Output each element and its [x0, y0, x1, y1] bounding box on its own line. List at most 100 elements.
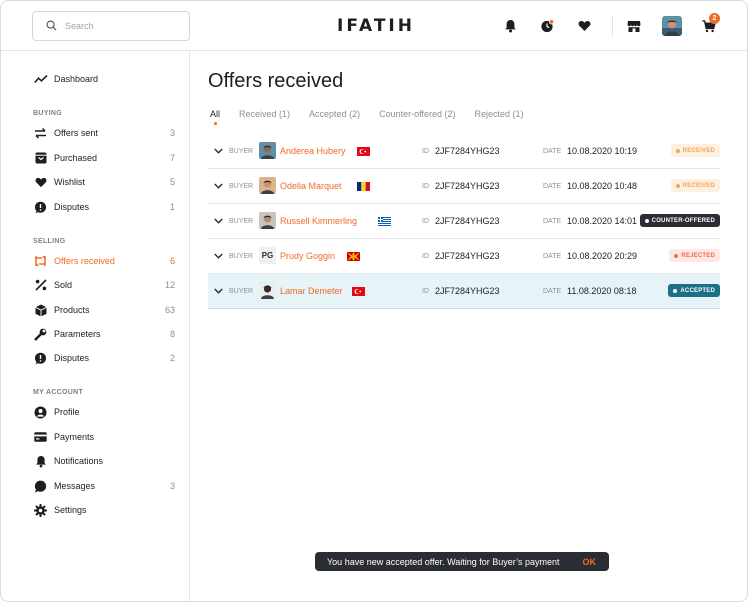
cart-count-badge: 2	[709, 13, 720, 24]
buyer-name-link[interactable]: Russell Kimmerling	[280, 204, 357, 238]
buyer-name-link[interactable]: Lamar Demeter	[280, 274, 343, 308]
sidebar-item-offers-received[interactable]: Offers received 6	[33, 252, 175, 270]
buyer-label: BUYER	[229, 287, 254, 295]
sidebar-item-selling-disputes[interactable]: Disputes 2	[33, 349, 175, 367]
store-icon[interactable]	[625, 17, 643, 35]
date-label: DATE	[543, 217, 562, 225]
sidebar-item-label: Wishlist	[54, 177, 85, 187]
buyer-label: BUYER	[229, 217, 254, 225]
sidebar-item-profile[interactable]: Profile	[33, 403, 175, 421]
table-row[interactable]: BUYER Anderea Hubery ID 2JF7284YHG23 DAT…	[208, 134, 720, 169]
tab-counter-offered[interactable]: Counter-offered (2)	[379, 109, 455, 125]
swap-icon	[33, 254, 48, 269]
table-row[interactable]: BUYER Lamar Demeter ID 2JF7284YHG23 DATE…	[208, 274, 720, 309]
id-label: ID	[422, 287, 429, 295]
sidebar-item-count: 12	[164, 280, 175, 290]
date-label: DATE	[543, 182, 562, 190]
avatar	[259, 212, 276, 229]
sidebar-item-count: 1	[169, 202, 175, 212]
sidebar-item-parameters[interactable]: Parameters 8	[33, 325, 175, 343]
filter-tabs: All Received (1) Accepted (2) Counter-of…	[210, 109, 542, 125]
section-buying-title: BUYING	[33, 110, 63, 117]
table-row[interactable]: BUYER Russell Kimmerling ID 2JF7284YHG23…	[208, 204, 720, 239]
card-icon	[33, 430, 48, 445]
sidebar-item-wishlist[interactable]: Wishlist 5	[33, 173, 175, 191]
status-dot-icon	[675, 148, 680, 153]
clock-icon[interactable]	[538, 17, 556, 35]
sidebar-item-products[interactable]: Products 63	[33, 301, 175, 319]
chevron-down-icon[interactable]	[212, 169, 224, 203]
sidebar-item-payments[interactable]: Payments	[33, 428, 175, 446]
table-row[interactable]: BUYER Odelia Marquet ID 2JF7284YHG23 DAT…	[208, 169, 720, 204]
header-divider	[612, 16, 613, 36]
flag-icon	[357, 147, 371, 156]
buyer-name-link[interactable]: Prudy Goggin	[280, 239, 335, 273]
sidebar-item-label: Disputes	[54, 353, 90, 363]
offer-date: 11.08.2020 08:18	[567, 286, 637, 296]
avatar	[259, 177, 276, 194]
status-dot-icon	[675, 183, 680, 188]
sidebar-item-label: Offers received	[54, 256, 115, 266]
status-dot-icon	[673, 288, 678, 293]
status-text: ACCEPTED	[680, 287, 715, 294]
avatar[interactable]	[662, 16, 682, 36]
sidebar-item-settings[interactable]: Settings	[33, 501, 175, 519]
status-badge: RECEIVED	[670, 179, 720, 192]
sidebar-item-messages[interactable]: Messages 3	[33, 477, 175, 495]
sidebar-item-count: 2	[169, 353, 175, 363]
sidebar-item-count: 3	[169, 128, 175, 138]
offer-id: 2JF7284YHG23	[435, 216, 500, 226]
date-label: DATE	[543, 252, 562, 260]
id-label: ID	[422, 182, 429, 190]
sidebar-item-label: Profile	[54, 407, 80, 417]
chevron-down-icon[interactable]	[212, 134, 224, 168]
offer-id: 2JF7284YHG23	[435, 146, 500, 156]
status-dot-icon	[644, 218, 649, 223]
toast-ok-button[interactable]: OK	[583, 557, 597, 567]
avatar: PG	[259, 247, 276, 264]
status-text: COUNTER-OFFERED	[651, 217, 715, 224]
sidebar-item-notifications[interactable]: Notifications	[33, 452, 175, 470]
offer-id: 2JF7284YHG23	[435, 181, 500, 191]
sidebar-item-dashboard[interactable]: Dashboard	[33, 70, 175, 88]
wrench-icon	[33, 327, 48, 342]
buyer-name-link[interactable]: Anderea Hubery	[280, 134, 346, 168]
search-box[interactable]	[32, 11, 190, 41]
sidebar-item-label: Purchased	[54, 153, 98, 163]
cube-icon	[33, 303, 48, 318]
tab-accepted[interactable]: Accepted (2)	[309, 109, 360, 125]
bell-icon	[33, 454, 48, 469]
sidebar-item-label: Disputes	[54, 202, 90, 212]
section-selling-title: SELLING	[33, 238, 66, 245]
buyer-name-link[interactable]: Odelia Marquet	[280, 169, 342, 203]
flag-icon	[377, 217, 391, 226]
search-icon	[46, 20, 57, 33]
chevron-down-icon[interactable]	[212, 274, 224, 308]
tab-all[interactable]: All	[210, 109, 220, 125]
offer-date: 10.08.2020 10:48	[567, 181, 638, 191]
chevron-down-icon[interactable]	[212, 239, 224, 273]
sidebar-item-purchased[interactable]: Purchased 7	[33, 149, 175, 167]
tab-received[interactable]: Received (1)	[239, 109, 290, 125]
buyer-label: BUYER	[229, 252, 254, 260]
logo[interactable]: IFATIH	[337, 15, 412, 37]
sidebar-item-sold[interactable]: Sold 12	[33, 276, 175, 294]
chevron-down-icon[interactable]	[212, 204, 224, 238]
offer-date: 10.08.2020 20:29	[567, 251, 638, 261]
sidebar-item-count: 5	[169, 177, 175, 187]
app-frame: IFATIH 2 Dashboard BUYING Offers sent 3	[0, 0, 748, 602]
status-badge: RECEIVED	[670, 144, 720, 157]
date-label: DATE	[543, 147, 562, 155]
table-row[interactable]: BUYER PG Prudy Goggin ID 2JF7284YHG23 DA…	[208, 239, 720, 274]
id-label: ID	[422, 217, 429, 225]
avatar	[259, 142, 276, 159]
sidebar-item-buying-disputes[interactable]: Disputes 1	[33, 198, 175, 216]
flag-icon	[352, 287, 366, 296]
sidebar-item-label: Offers sent	[54, 128, 98, 138]
sidebar-item-offers-sent[interactable]: Offers sent 3	[33, 124, 175, 142]
search-input[interactable]	[65, 21, 175, 31]
bell-icon[interactable]	[501, 17, 519, 35]
tab-rejected[interactable]: Rejected (1)	[474, 109, 523, 125]
swap-icon	[33, 126, 48, 141]
heart-icon[interactable]	[575, 17, 593, 35]
